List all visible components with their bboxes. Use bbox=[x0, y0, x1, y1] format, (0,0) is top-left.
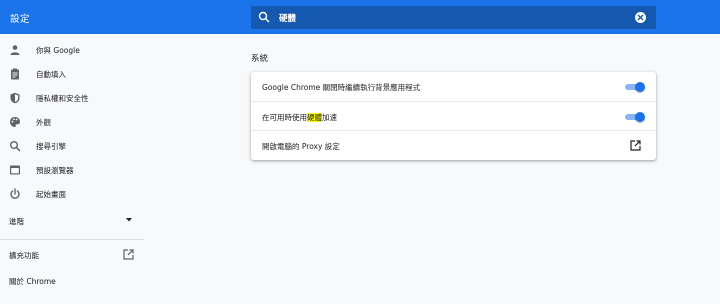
about-label: 關於 Chrome bbox=[9, 277, 56, 286]
search-icon bbox=[10, 141, 21, 152]
divider bbox=[0, 239, 144, 240]
extensions-label: 擴充功能 bbox=[9, 251, 39, 260]
sidebar-item-label: 起始畫面 bbox=[36, 190, 66, 199]
setting-label: 在可用時使用硬體加速 bbox=[262, 112, 337, 123]
search-highlight: 硬體 bbox=[307, 113, 322, 122]
open-in-new-icon bbox=[123, 249, 134, 260]
sidebar-item-label: 搜尋引擎 bbox=[36, 142, 66, 151]
label-text: 加速 bbox=[322, 113, 337, 122]
shield-icon bbox=[10, 92, 20, 104]
sidebar-item-appearance[interactable]: 外觀 bbox=[0, 111, 144, 133]
page-title: 設定 bbox=[10, 14, 31, 25]
sidebar-item-search-engine[interactable]: 搜尋引擎 bbox=[0, 135, 144, 157]
setting-label: 開啟電腦的 Proxy 設定 bbox=[262, 142, 340, 151]
close-icon[interactable] bbox=[637, 14, 644, 21]
search-input[interactable]: 硬體 bbox=[279, 12, 296, 24]
setting-label: Google Chrome 關閉時繼續執行背景應用程式 bbox=[262, 83, 421, 92]
browser-icon bbox=[10, 165, 20, 175]
palette-icon bbox=[10, 117, 20, 127]
setting-row-background-apps[interactable]: Google Chrome 關閉時繼續執行背景應用程式 bbox=[251, 72, 656, 101]
caret-down-icon bbox=[126, 218, 132, 222]
sidebar-item-autofill[interactable]: 自動填入 bbox=[0, 63, 144, 85]
sidebar-item-about-chrome[interactable]: 關於 Chrome bbox=[0, 270, 144, 292]
power-icon bbox=[10, 188, 20, 199]
person-icon bbox=[10, 45, 20, 55]
system-settings-card: Google Chrome 關閉時繼續執行背景應用程式 在可用時使用硬體加速 開… bbox=[251, 72, 656, 160]
sidebar-item-label: 外觀 bbox=[36, 118, 51, 127]
setting-row-hardware-acceleration[interactable]: 在可用時使用硬體加速 bbox=[251, 101, 656, 130]
sidebar-item-label: 你與 Google bbox=[36, 46, 80, 55]
section-title: 系統 bbox=[251, 54, 269, 64]
sidebar: 你與 Google 自動填入 隱私權和安全性 外觀 搜尋引擎 預設瀏覽器 起始畫… bbox=[0, 34, 144, 304]
sidebar-item-label: 自動填入 bbox=[36, 70, 66, 79]
search-icon[interactable] bbox=[258, 11, 270, 23]
sidebar-item-extensions[interactable]: 擴充功能 bbox=[0, 244, 144, 266]
background-apps-toggle[interactable] bbox=[624, 82, 645, 92]
advanced-toggle[interactable]: 進階 bbox=[0, 210, 144, 232]
sidebar-item-privacy[interactable]: 隱私權和安全性 bbox=[0, 87, 144, 109]
hardware-acceleration-toggle[interactable] bbox=[624, 112, 645, 122]
label-text: 在可用時使用 bbox=[262, 113, 307, 122]
sidebar-item-on-startup[interactable]: 起始畫面 bbox=[0, 183, 144, 205]
clear-search-button[interactable] bbox=[635, 12, 646, 23]
clipboard-icon bbox=[11, 68, 19, 80]
toggle-knob bbox=[635, 82, 645, 92]
sidebar-item-you-and-google[interactable]: 你與 Google bbox=[0, 39, 144, 61]
search-box[interactable]: 硬體 bbox=[251, 6, 656, 29]
toggle-knob bbox=[635, 112, 645, 122]
sidebar-item-label: 預設瀏覽器 bbox=[36, 166, 74, 175]
advanced-label: 進階 bbox=[9, 217, 24, 226]
setting-row-proxy[interactable]: 開啟電腦的 Proxy 設定 bbox=[251, 130, 656, 159]
sidebar-item-label: 隱私權和安全性 bbox=[36, 94, 89, 103]
top-bar: 設定 硬體 bbox=[0, 0, 720, 34]
sidebar-item-default-browser[interactable]: 預設瀏覽器 bbox=[0, 159, 144, 181]
open-in-new-icon[interactable] bbox=[630, 140, 641, 151]
